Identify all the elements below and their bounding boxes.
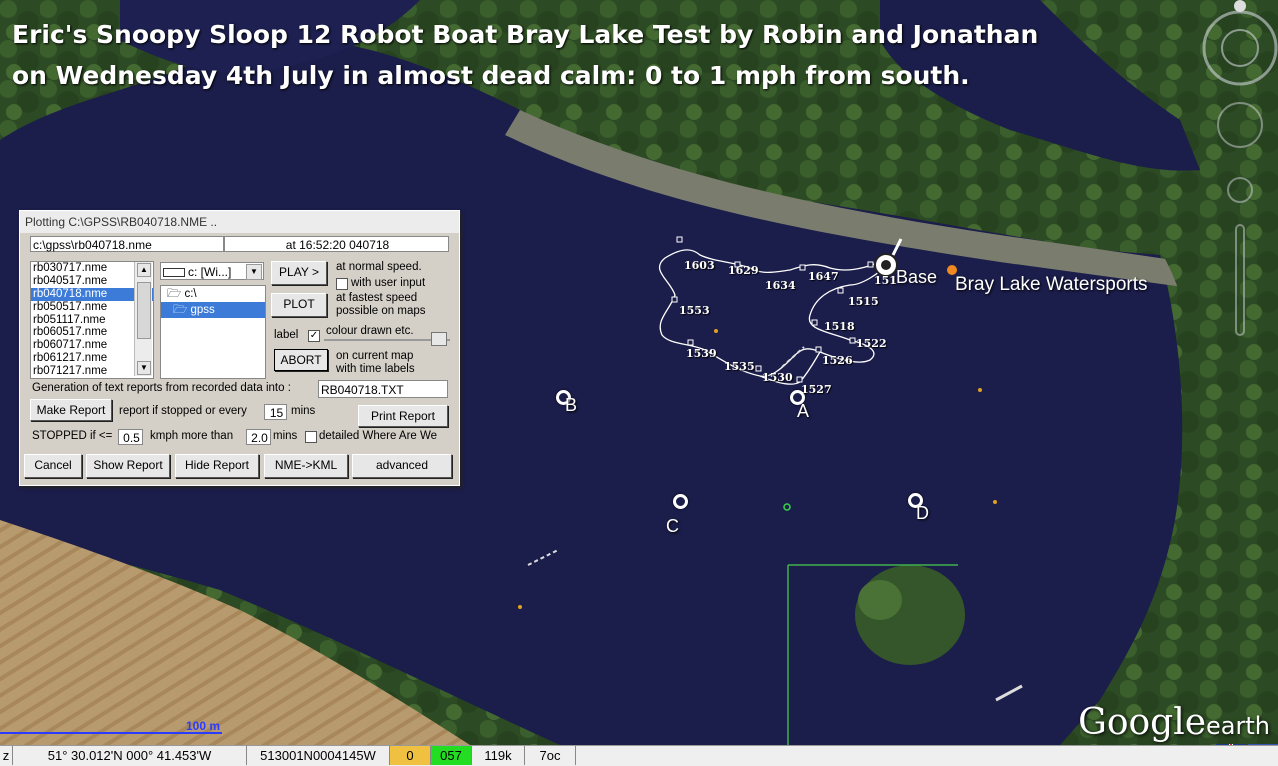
open-folder-icon: 🗁 bbox=[173, 304, 191, 316]
marker-b-label: B bbox=[565, 395, 578, 415]
status-code: 513001N0004145W bbox=[247, 746, 390, 765]
scroll-down-icon[interactable]: ▼ bbox=[137, 361, 151, 375]
title-line-1: Eric's Snoopy Sloop 12 Robot Boat Bray L… bbox=[12, 20, 1039, 49]
folder-label: c:\ bbox=[184, 288, 197, 300]
mins-label: mins bbox=[291, 405, 316, 417]
map-scale-bar: 100 m bbox=[0, 719, 225, 735]
stopped-if-label: STOPPED if <= bbox=[32, 430, 113, 442]
hide-report-button[interactable]: Hide Report bbox=[175, 454, 259, 478]
status-bar: z 51° 30.012'N 000° 41.453'W 513001N0004… bbox=[0, 745, 1278, 766]
advanced-button[interactable]: advanced bbox=[352, 454, 452, 478]
more-than-mins-input[interactable]: 2.0 bbox=[246, 429, 271, 445]
report-file-input[interactable]: RB040718.TXT bbox=[318, 380, 448, 398]
mins-label-2: mins bbox=[273, 430, 298, 442]
place-label-watersports[interactable]: Bray Lake Watersports bbox=[955, 274, 1148, 296]
logo-earth-text: earth bbox=[1206, 712, 1270, 740]
print-report-button[interactable]: Print Report bbox=[358, 405, 448, 427]
status-value-3: 119k bbox=[472, 746, 525, 765]
folder-label: gpss bbox=[190, 304, 215, 316]
stopped-kmph-input[interactable]: 0.5 bbox=[118, 429, 143, 445]
colour-slider-thumb[interactable] bbox=[431, 332, 447, 346]
report-every-mins-input[interactable]: 15 bbox=[264, 404, 287, 420]
status-z: z bbox=[0, 746, 13, 765]
folder-icon: 🗁 bbox=[167, 288, 185, 300]
marker-a-label: A bbox=[797, 401, 810, 421]
track-time-label: 1535 bbox=[724, 360, 755, 373]
report-if-stopped-label: report if stopped or every bbox=[119, 405, 247, 417]
google-earth-logo: Googleearth bbox=[1078, 702, 1270, 743]
drive-select-value: c: [Wi...] bbox=[188, 265, 232, 279]
user-input-label: with user input bbox=[351, 277, 426, 289]
status-value-1: 0 bbox=[390, 746, 431, 765]
base-label: Base bbox=[896, 267, 938, 287]
title-line-2: on Wednesday 4th July in almost dead cal… bbox=[12, 61, 970, 90]
cancel-button[interactable]: Cancel bbox=[24, 454, 82, 478]
generation-text: Generation of text reports from recorded… bbox=[32, 382, 291, 394]
detailed-checkbox[interactable] bbox=[305, 431, 317, 443]
page-title: Eric's Snoopy Sloop 12 Robot Boat Bray L… bbox=[12, 14, 1202, 96]
plot-button[interactable]: PLOT bbox=[271, 293, 327, 317]
folder-list[interactable]: 🗁 c:\ 🗁 gpss bbox=[160, 285, 266, 379]
drive-icon bbox=[163, 268, 185, 278]
chevron-down-icon[interactable]: ▼ bbox=[246, 264, 262, 280]
possible-maps-label: possible on maps bbox=[336, 305, 426, 317]
track-time-label: 151 bbox=[874, 274, 897, 287]
scale-label: 100 m bbox=[186, 719, 221, 733]
status-latlon: 51° 30.012'N 000° 41.453'W bbox=[13, 746, 247, 765]
file-list-scrollbar[interactable]: ▲ ▼ bbox=[134, 262, 152, 376]
track-time-label: 1522 bbox=[856, 337, 887, 350]
track-time-label: 1629 bbox=[728, 264, 759, 277]
folder-item-root[interactable]: 🗁 c:\ bbox=[161, 286, 265, 302]
label-checkbox[interactable]: ✓ bbox=[308, 330, 320, 342]
timestamp-field: at 16:52:20 040718 bbox=[224, 236, 449, 252]
track-time-label: 1518 bbox=[824, 320, 855, 333]
status-value-4: 7oc bbox=[525, 746, 576, 765]
track-time-label: 1603 bbox=[684, 259, 715, 272]
track-time-label: 1527 bbox=[801, 383, 832, 396]
drive-select[interactable]: c: [Wi...] ▼ bbox=[160, 262, 264, 280]
normal-speed-label: at normal speed. bbox=[336, 261, 422, 273]
track-time-label: 1539 bbox=[686, 347, 717, 360]
track-time-label: 1634 bbox=[765, 279, 796, 292]
track-time-label: 1515 bbox=[848, 295, 879, 308]
logo-google-text: Google bbox=[1078, 702, 1207, 743]
kmph-label: kmph more than bbox=[150, 430, 234, 442]
track-time-label: 1647 bbox=[808, 270, 839, 283]
detailed-label: detailed Where Are We bbox=[319, 430, 438, 442]
scroll-thumb[interactable] bbox=[137, 282, 151, 339]
dialog-titlebar[interactable]: Plotting C:\GPSS\RB040718.NME .. bbox=[20, 211, 459, 233]
show-report-button[interactable]: Show Report bbox=[86, 454, 170, 478]
abort-button[interactable]: ABORT bbox=[274, 349, 328, 371]
track-time-label: 1526 bbox=[822, 354, 853, 367]
scroll-up-icon[interactable]: ▲ bbox=[137, 263, 151, 277]
marker-c-pin[interactable] bbox=[673, 494, 688, 509]
path-field: c:\gpss\rb040718.nme bbox=[30, 236, 224, 252]
marker-c-label: C bbox=[666, 516, 679, 536]
track-time-label: 1530 bbox=[762, 371, 793, 384]
colour-drawn-label: colour drawn etc. bbox=[326, 325, 414, 337]
status-value-2: 057 bbox=[431, 746, 472, 765]
play-button[interactable]: PLAY > bbox=[271, 261, 327, 285]
folder-item-gpss[interactable]: 🗁 gpss bbox=[161, 302, 265, 318]
track-time-label: 1553 bbox=[679, 304, 710, 317]
marker-d-label: D bbox=[916, 503, 929, 523]
plotting-dialog[interactable]: Plotting C:\GPSS\RB040718.NME .. c:\gpss… bbox=[19, 210, 460, 486]
fastest-speed-label: at fastest speed bbox=[336, 292, 418, 304]
current-map-label: on current map bbox=[336, 350, 414, 362]
time-labels-label: with time labels bbox=[336, 363, 415, 375]
user-input-checkbox[interactable] bbox=[336, 278, 348, 290]
label-checkbox-label: label bbox=[274, 329, 299, 341]
make-report-button[interactable]: Make Report bbox=[30, 399, 112, 421]
nme-kml-button[interactable]: NME->KML bbox=[264, 454, 348, 478]
